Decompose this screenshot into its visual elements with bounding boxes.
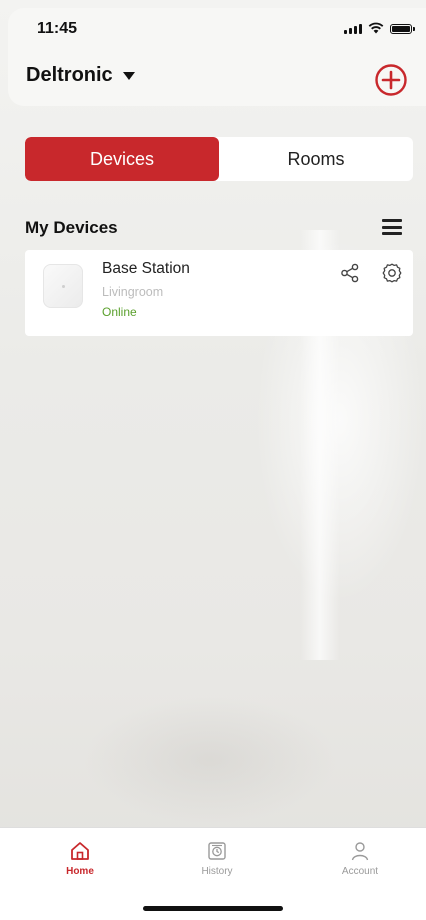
device-card[interactable]: Base Station Livingroom Online xyxy=(25,250,413,336)
tab-history[interactable]: History xyxy=(172,840,262,877)
gear-icon[interactable] xyxy=(381,262,403,284)
device-thumbnail xyxy=(43,264,83,308)
status-time: 11:45 xyxy=(37,20,78,37)
device-room: Livingroom xyxy=(102,285,164,299)
status-icons xyxy=(344,22,415,34)
home-name: Deltronic xyxy=(26,64,113,86)
hamburger-menu-icon[interactable] xyxy=(382,219,402,235)
device-status: Online xyxy=(102,305,137,319)
tab-account[interactable]: Account xyxy=(315,840,405,877)
caret-down-icon xyxy=(122,71,135,80)
section-title: My Devices xyxy=(25,218,118,237)
cellular-signal-icon xyxy=(344,24,362,34)
device-name: Base Station xyxy=(102,260,190,277)
wifi-icon xyxy=(368,22,384,34)
person-icon xyxy=(351,842,369,861)
tab-devices[interactable]: Devices xyxy=(25,137,219,181)
battery-icon xyxy=(390,24,415,34)
tab-home[interactable]: Home xyxy=(35,840,125,877)
tab-rooms[interactable]: Rooms xyxy=(219,137,413,181)
plus-circle-icon[interactable] xyxy=(374,63,408,97)
home-indicator xyxy=(143,906,283,911)
tab-history-label: History xyxy=(201,866,233,877)
devices-rooms-segmented-control: Devices Rooms xyxy=(25,137,413,181)
share-icon[interactable] xyxy=(340,263,360,283)
home-selector[interactable]: Deltronic xyxy=(26,64,135,87)
history-icon xyxy=(208,842,226,860)
house-icon xyxy=(71,842,89,860)
tab-account-label: Account xyxy=(341,866,379,877)
tab-home-label: Home xyxy=(66,866,94,877)
